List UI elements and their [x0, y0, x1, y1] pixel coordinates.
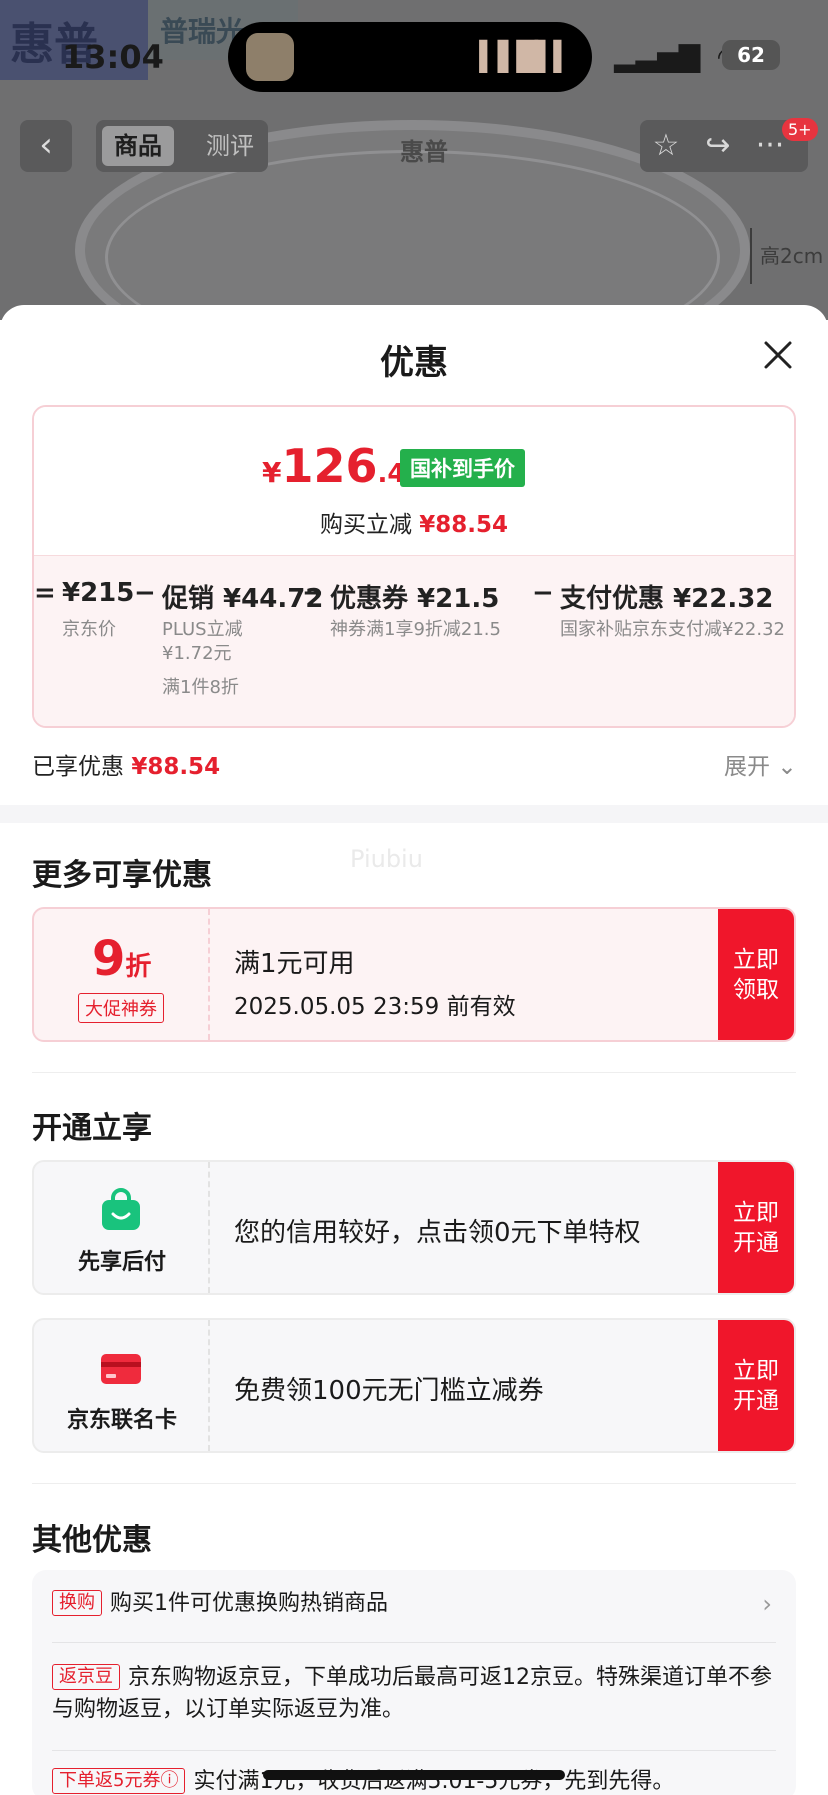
breakdown-jd-price-sub: 京东价 [62, 619, 116, 640]
coupon-card: 9折 大促神券 满1元可用 2025.05.05 23:59 前有效 立即领取 [32, 907, 796, 1042]
size-label: 高2cm [760, 244, 824, 268]
more-offers-title: 更多可享优惠 [32, 858, 212, 893]
audio-wave-icon: ▍▌█▌▍ [479, 40, 575, 73]
shopping-bag-icon [102, 1188, 140, 1230]
share-icon[interactable]: ↪ [692, 120, 744, 172]
enjoyed-discount-value: ¥88.54 [131, 754, 221, 780]
activate-button[interactable]: 立即开通 [718, 1320, 794, 1451]
message-badge: 5+ [782, 118, 818, 141]
enjoyed-discount: 已享优惠 ¥88.54 [32, 747, 220, 781]
cellular-signal-icon: ▂▃▅▇ [614, 40, 701, 73]
breakdown-promo-sub: PLUS立减 [162, 619, 243, 640]
buy-cut-value: ¥88.54 [419, 512, 509, 538]
breakdown-promo: 促销 ¥44.72 [162, 584, 324, 614]
dynamic-island: ▍▌█▌▍ [228, 22, 592, 92]
nav-tabs: 商品 测评 [96, 120, 268, 172]
service-text: 您的信用较好，点击领0元下单特权 [234, 1218, 641, 1248]
breakdown-op: − [134, 578, 156, 608]
price-currency: ¥ [262, 456, 282, 489]
row-divider [52, 1750, 776, 1751]
chevron-left-icon: ‹ [39, 125, 53, 165]
price-integer: 126 [281, 439, 378, 493]
other-offers-list: 换购 购买1件可优惠换购热销商品 › 返京豆 京东购物返京豆，下单成功后最高可返12… [32, 1570, 796, 1795]
breakdown-jd-price: ¥215 [62, 578, 135, 608]
breakdown-promo-sub: 满1件8折 [162, 677, 239, 698]
breakdown-promo-sub: ¥1.72元 [162, 643, 232, 664]
tab-review[interactable]: 测评 [194, 126, 266, 166]
claim-coupon-button[interactable]: 立即领取 [718, 909, 794, 1040]
breakdown-op: − [302, 578, 324, 608]
expand-label: 展开 [724, 754, 770, 780]
other-offer-tag: 返京豆 [52, 1664, 120, 1690]
other-offer-row[interactable]: 换购 购买1件可优惠换购热销商品 › [52, 1588, 776, 1620]
coupon-discount: 9折 [92, 931, 151, 987]
other-offer-text: 购买1件可优惠换购热销商品 [110, 1591, 388, 1616]
row-divider [52, 1642, 776, 1643]
credit-card-icon [101, 1354, 141, 1384]
now-playing-artwork [246, 33, 294, 81]
breakdown-payment: 支付优惠 ¥22.32 [560, 584, 774, 614]
buy-cut-label: 购买立减 [319, 512, 412, 538]
other-offers-title: 其他优惠 [32, 1523, 152, 1558]
divider [32, 1483, 796, 1484]
coupon-tag: 大促神券 [78, 993, 164, 1023]
expand-button[interactable]: 展开 ⌄ [724, 747, 797, 781]
offers-sheet: 优惠 ¥126.46 国补到手价 购买立减 ¥88.54 = ¥215 京东价 … [0, 305, 828, 1795]
breakdown-payment-sub: 国家补贴京东支付减¥22.32 [560, 619, 785, 640]
battery-icon: 62 [722, 40, 780, 70]
buy-cut-line: 购买立减 ¥88.54 [34, 505, 794, 539]
divider [32, 1072, 796, 1073]
coupon-left: 9折 大促神券 [34, 909, 210, 1040]
service-label: 先享后付 [77, 1250, 166, 1275]
status-time: 13:04 [62, 38, 164, 76]
other-offer-tag[interactable]: 下单返5元券ⓘ [52, 1768, 186, 1794]
size-indicator-line [750, 228, 752, 284]
service-left: 先享后付 [34, 1162, 210, 1293]
gov-subsidy-tag: 国补到手价 [400, 449, 525, 487]
back-button[interactable]: ‹ [20, 120, 72, 172]
other-offer-text: 京东购物返京豆，下单成功后最高可返12京豆。特殊渠道订单不参与购物返豆，以订单实… [52, 1665, 772, 1722]
service-card-credit-card: 京东联名卡 免费领100元无门槛立减券 立即开通 [32, 1318, 796, 1453]
coupon-amount: 9 [92, 931, 126, 987]
open-enjoy-title: 开通立享 [32, 1111, 152, 1146]
price-top: ¥126.46 国补到手价 购买立减 ¥88.54 [34, 407, 794, 555]
chevron-down-icon: ⌄ [777, 754, 797, 780]
price-breakdown: = ¥215 京东价 − 促销 ¥44.72 PLUS立减 ¥1.72元 满1件… [34, 555, 794, 726]
service-text: 免费领100元无门槛立减券 [234, 1376, 544, 1406]
other-offer-row: 返京豆 京东购物返京豆，下单成功后最高可返12京豆。特殊渠道订单不参与购物返豆，以… [52, 1662, 776, 1726]
tab-product[interactable]: 商品 [102, 126, 174, 166]
nav-brand: 惠普 [400, 138, 448, 166]
service-label: 京东联名卡 [66, 1408, 177, 1433]
chevron-right-icon: › [762, 1590, 772, 1618]
coupon-condition: 满1元可用 [234, 949, 355, 979]
service-card-pay-later: 先享后付 您的信用较好，点击领0元下单特权 立即开通 [32, 1160, 796, 1295]
activate-button[interactable]: 立即开通 [718, 1162, 794, 1293]
other-offer-tag: 换购 [52, 1590, 102, 1616]
sheet-title: 优惠 [380, 343, 448, 383]
close-icon[interactable] [758, 335, 798, 375]
home-indicator [263, 1770, 565, 1780]
breakdown-coupon-sub: 神券满1享9折减21.5 [330, 619, 501, 640]
enjoyed-discount-label: 已享优惠 [32, 754, 124, 780]
signal-wifi-icons: ▂▃▅▇ ◠ [614, 40, 739, 73]
coupon-expiry: 2025.05.05 23:59 前有效 [234, 994, 516, 1020]
coupon-unit: 折 [125, 952, 152, 982]
service-left: 京东联名卡 [34, 1320, 210, 1451]
breakdown-op: − [532, 578, 554, 608]
watermark: Piubiu [350, 845, 423, 873]
breakdown-op: = [34, 578, 56, 608]
price-card: ¥126.46 国补到手价 购买立减 ¥88.54 = ¥215 京东价 − 促… [32, 405, 796, 728]
section-divider [0, 805, 828, 823]
star-icon[interactable]: ☆ [640, 120, 692, 172]
breakdown-coupon: 优惠券 ¥21.5 [330, 584, 500, 614]
